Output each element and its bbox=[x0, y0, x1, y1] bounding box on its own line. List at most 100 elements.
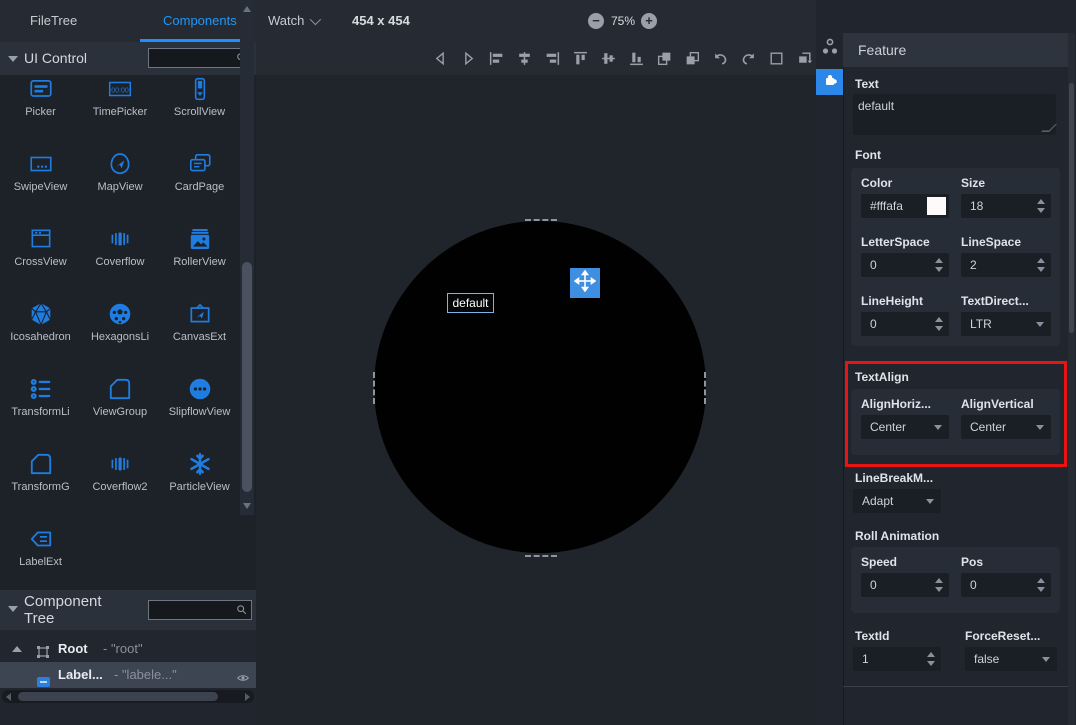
component-item-icosahedron[interactable]: Icosahedron bbox=[1, 297, 80, 343]
chevron-down-icon bbox=[310, 14, 321, 25]
stepper-arrows-icon[interactable] bbox=[1037, 257, 1046, 273]
collapse-triangle-icon[interactable] bbox=[8, 606, 18, 612]
design-canvas[interactable]: default bbox=[256, 75, 816, 725]
stepper-arrows-icon[interactable] bbox=[935, 257, 944, 273]
align-middle-vertical-icon[interactable] bbox=[600, 50, 617, 67]
feature-section-header[interactable]: Feature bbox=[843, 33, 1069, 67]
text-value-input[interactable]: default bbox=[853, 94, 1056, 135]
scroll-right-icon[interactable] bbox=[245, 693, 250, 701]
collapse-triangle-icon[interactable] bbox=[8, 56, 18, 62]
component-item-timepicker[interactable]: 00:00TimePicker bbox=[81, 75, 160, 118]
component-item-picker[interactable]: Picker bbox=[1, 75, 80, 118]
align-left-icon[interactable] bbox=[488, 50, 505, 67]
picker-icon bbox=[1, 75, 80, 102]
tab-components[interactable]: Components bbox=[163, 13, 237, 28]
stepper-arrows-icon[interactable] bbox=[1037, 198, 1046, 214]
component-label: SwipeView bbox=[1, 181, 80, 193]
component-label: Icosahedron bbox=[1, 331, 80, 343]
component-search-box[interactable] bbox=[148, 48, 252, 68]
nav-back-icon[interactable] bbox=[432, 50, 449, 67]
stepper-arrows-icon[interactable] bbox=[935, 316, 944, 332]
component-item-coverflow[interactable]: Coverflow bbox=[81, 222, 160, 268]
stepper-arrows-icon[interactable] bbox=[935, 577, 944, 593]
zoom-in-button[interactable]: + bbox=[641, 13, 657, 29]
canvas-size-label: 454 x 454 bbox=[352, 13, 410, 28]
component-label: Coverflow bbox=[81, 256, 160, 268]
component-item-canvasext[interactable]: CanvasExt bbox=[160, 297, 239, 343]
component-grid-scrollbar[interactable] bbox=[240, 0, 254, 515]
component-label: RollerView bbox=[160, 256, 239, 268]
tree-search-box[interactable] bbox=[148, 600, 252, 620]
slipflowview-icon bbox=[160, 372, 239, 402]
attributes-panel-region: Feature Text default Font Color Size #ff… bbox=[816, 0, 1076, 725]
component-search-input[interactable] bbox=[151, 50, 235, 66]
component-item-transformli[interactable]: TransformLi bbox=[1, 372, 80, 418]
linespace-stepper[interactable]: 2 bbox=[961, 253, 1051, 277]
component-tree-title: Component Tree bbox=[24, 593, 134, 627]
speed-stepper[interactable]: 0 bbox=[861, 573, 949, 597]
font-size-stepper[interactable]: 18 bbox=[961, 194, 1051, 218]
component-item-particleview[interactable]: ParticleView bbox=[160, 447, 239, 493]
scroll-down-icon[interactable] bbox=[243, 503, 251, 509]
bring-forward-icon[interactable] bbox=[656, 50, 673, 67]
nav-forward-icon[interactable] bbox=[460, 50, 477, 67]
component-item-mapview[interactable]: MapView bbox=[81, 147, 160, 193]
alignvertical-dropdown[interactable]: Center bbox=[961, 415, 1051, 439]
linebreak-dropdown[interactable]: Adapt bbox=[853, 489, 941, 513]
tree-row-label[interactable]: Label... - "labele..." bbox=[0, 662, 256, 688]
alignhoriz-dropdown[interactable]: Center bbox=[861, 415, 949, 439]
zoom-out-button[interactable]: − bbox=[588, 13, 604, 29]
align-right-icon[interactable] bbox=[544, 50, 561, 67]
selection-rect-icon[interactable] bbox=[768, 50, 785, 67]
letterspace-stepper[interactable]: 0 bbox=[861, 253, 949, 277]
textdirect-dropdown[interactable]: LTR bbox=[961, 312, 1051, 336]
tree-horizontal-scrollbar[interactable] bbox=[2, 690, 254, 703]
send-backward-icon[interactable] bbox=[684, 50, 701, 67]
feature-plugin-tab[interactable] bbox=[816, 69, 843, 95]
search-icon bbox=[235, 603, 248, 621]
tree-search-input[interactable] bbox=[151, 602, 235, 618]
align-top-icon[interactable] bbox=[572, 50, 589, 67]
component-item-crossview[interactable]: CrossView bbox=[1, 222, 80, 268]
font-color-field[interactable]: #fffafa bbox=[861, 194, 949, 218]
component-item-swipeview[interactable]: SwipeView bbox=[1, 147, 80, 193]
component-item-coverflow2[interactable]: Coverflow2 bbox=[81, 447, 160, 493]
lineheight-stepper[interactable]: 0 bbox=[861, 312, 949, 336]
component-tree: Root - "root" Label... - "labele..." bbox=[0, 630, 256, 688]
component-item-viewgroup[interactable]: ViewGroup bbox=[81, 372, 160, 418]
watch-dropdown[interactable]: Watch bbox=[268, 13, 318, 28]
pos-stepper[interactable]: 0 bbox=[961, 573, 1051, 597]
ui-control-title: UI Control bbox=[24, 50, 87, 66]
scroll-left-icon[interactable] bbox=[6, 693, 11, 701]
scroll-up-icon[interactable] bbox=[243, 6, 251, 12]
align-bottom-icon[interactable] bbox=[628, 50, 645, 67]
scrollbar-thumb[interactable] bbox=[242, 262, 252, 492]
component-item-cardpage[interactable]: CardPage bbox=[160, 147, 239, 193]
redo-icon[interactable] bbox=[740, 50, 757, 67]
component-item-scrollview[interactable]: ScrollView bbox=[160, 75, 239, 118]
undo-icon[interactable] bbox=[712, 50, 729, 67]
component-label: CardPage bbox=[160, 181, 239, 193]
tree-row-root[interactable]: Root - "root" bbox=[0, 636, 256, 662]
expand-triangle-icon[interactable] bbox=[12, 646, 22, 652]
tab-filetree[interactable]: FileTree bbox=[30, 13, 77, 28]
component-label: TransformG bbox=[1, 481, 80, 493]
component-item-slipflowview[interactable]: SlipflowView bbox=[160, 372, 239, 418]
stepper-arrows-icon[interactable] bbox=[1037, 577, 1046, 593]
component-item-labelext[interactable]: LabelExt bbox=[1, 522, 80, 568]
scrollbar-thumb[interactable] bbox=[1069, 83, 1074, 333]
align-center-horizontal-icon[interactable] bbox=[516, 50, 533, 67]
forcereset-dropdown[interactable]: false bbox=[965, 647, 1057, 671]
stepper-arrows-icon[interactable] bbox=[927, 651, 936, 667]
panel-scrollbar[interactable] bbox=[1068, 33, 1075, 725]
label-element[interactable]: default bbox=[447, 293, 494, 313]
color-swatch[interactable] bbox=[927, 197, 946, 215]
component-item-hexagonsli[interactable]: HexagonsLi bbox=[81, 297, 160, 343]
component-item-transformg[interactable]: TransformG bbox=[1, 447, 80, 493]
transform-icon[interactable] bbox=[796, 50, 813, 67]
scrollbar-thumb[interactable] bbox=[18, 692, 218, 701]
move-handle[interactable] bbox=[570, 268, 600, 298]
component-item-rollerview[interactable]: RollerView bbox=[160, 222, 239, 268]
group-nodes-icon[interactable] bbox=[819, 36, 841, 58]
textid-stepper[interactable]: 1 bbox=[853, 647, 941, 671]
